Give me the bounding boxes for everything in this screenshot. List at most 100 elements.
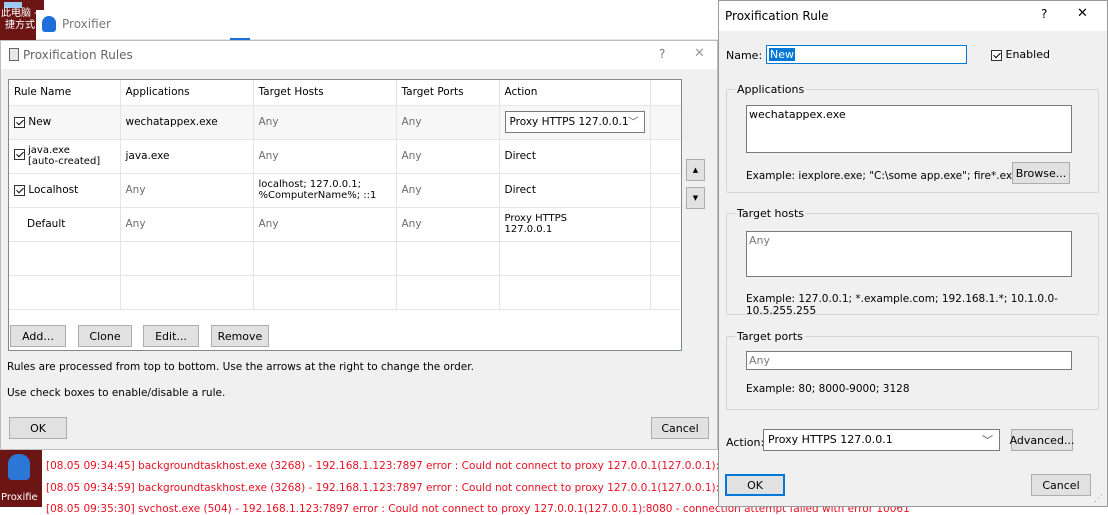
close-icon[interactable]: ✕ [1077,6,1088,21]
rules-dialog-titlebar: Proxification Rules ? ✕ [1,41,717,69]
rule-name: New [28,116,52,128]
col-header-rule-name[interactable]: Rule Name [9,80,121,106]
name-label: Name: [726,49,763,62]
col-header-target-hosts[interactable]: Target Hosts [253,80,397,106]
close-icon[interactable]: ✕ [694,46,705,61]
action-label: Action: [726,436,765,449]
rule-name-cell: Default [9,207,121,242]
rule-name-subtitle: [auto-created] [28,156,101,167]
rule-action: Proxy HTTPS [504,213,568,224]
rule-apps: java.exe [120,139,254,174]
rules-dialog-icon [9,48,19,61]
desktop-icon-pc[interactable]: 此电脑 - 捷方式 [0,0,40,40]
clone-rule-button[interactable]: Clone [78,325,132,347]
table-row[interactable]: New wechatappex.exe Any Any Proxy HTTPS … [9,105,681,140]
resize-grip-icon[interactable]: ⋰ [1094,494,1103,504]
name-field[interactable]: New [766,45,967,64]
rule-hosts-2: %ComputerName%; ::1 [258,190,377,201]
col-header-target-ports[interactable]: Target Ports [396,80,500,106]
col-header-applications[interactable]: Applications [120,80,254,106]
target-ports-value: Any [749,354,771,367]
remove-rule-button[interactable]: Remove [211,325,269,347]
main-app-title: Proxifier [62,17,111,31]
row-spacer [650,105,681,140]
row-spacer [650,139,681,174]
chevron-down-icon: ﹀ [982,434,993,447]
proxifier-app-icon [8,454,30,480]
browse-button[interactable]: Browse... [1012,162,1070,184]
move-down-button[interactable]: ▼ [686,187,705,209]
log-line: [08.05 09:34:45] backgroundtaskhost.exe … [46,460,829,472]
action-select[interactable]: Proxy HTTPS 127.0.0.1 ﹀ [763,429,1000,451]
chevron-down-icon: ﹀ [628,116,639,128]
help-button[interactable]: ? [659,47,665,61]
table-row[interactable]: Default Any Any Any Proxy HTTPS 127.0.0.1 [9,207,681,242]
proxifier-logo-icon [42,16,56,32]
enabled-label: Enabled [1005,48,1050,61]
rule-dialog: Proxification Rule ? ✕ Name: New Enabled… [718,0,1108,507]
enabled-checkbox-row[interactable]: Enabled [991,48,1050,61]
target-hosts-group-title: Target hosts [735,207,807,220]
edit-rule-button[interactable]: Edit... [143,325,199,347]
rule-hosts: localhost; 127.0.0.1; [258,179,362,190]
applications-input[interactable]: wechatappex.exe [746,105,1072,153]
rule-name-cell: java.exe [auto-created] [9,139,121,174]
target-ports-input[interactable]: Any [746,351,1072,370]
rule-ports: Any [396,139,500,174]
rule-action-cell: Proxy HTTPS 127.0.0.1 [499,207,651,242]
rule-apps: Any [120,173,254,208]
rule-enabled-checkbox[interactable] [14,184,25,196]
rule-action-value: Proxy HTTPS 127.0.0.1 [509,116,629,128]
cancel-button[interactable]: Cancel [651,417,709,439]
target-hosts-input[interactable]: Any [746,231,1072,277]
ok-button[interactable]: OK [725,474,785,496]
target-ports-group-title: Target ports [735,330,805,343]
info-text-order: Rules are processed from top to bottom. … [7,361,474,373]
log-line: [08.05 09:34:59] backgroundtaskhost.exe … [46,482,829,494]
rule-dialog-title: Proxification Rule [725,9,829,23]
applications-group-title: Applications [735,83,807,96]
name-field-value: New [769,48,795,61]
table-header: Rule Name Applications Target Hosts Targ… [9,80,681,106]
table-row[interactable]: java.exe [auto-created] java.exe Any Any … [9,139,681,174]
rule-name: Localhost [28,184,79,196]
ok-button[interactable]: OK [9,417,67,439]
move-up-button[interactable]: ▲ [686,159,705,181]
rule-hosts: Any [253,207,397,242]
rules-table: Rule Name Applications Target Hosts Targ… [8,79,682,351]
col-header-action[interactable]: Action [499,80,651,106]
add-rule-button[interactable]: Add... [10,325,66,347]
log-panel: Proxifie [08.05 09:34:45] backgroundtask… [0,450,910,515]
applications-group: Applications wechatappex.exe Example: ie… [726,83,1099,193]
row-spacer [650,173,681,208]
rule-action: Direct [499,139,651,174]
rule-action: Direct [499,173,651,208]
rule-enabled-checkbox[interactable] [14,116,25,128]
col-header-spacer [650,80,681,106]
cancel-button[interactable]: Cancel [1031,474,1091,496]
desktop-icon-pc-label-2: 捷方式 [5,20,35,31]
target-ports-group: Target ports Any Example: 80; 8000-9000;… [726,330,1099,410]
enabled-checkbox[interactable] [991,49,1002,61]
rule-name: Default [27,218,66,230]
rule-ports: Any [396,173,500,208]
rules-table-grid: Rule Name Applications Target Hosts Targ… [9,80,681,310]
target-hosts-group: Target hosts Any Example: 127.0.0.1; *.e… [726,207,1099,317]
rule-hosts: Any [253,105,397,140]
advanced-button[interactable]: Advanced... [1010,429,1074,451]
table-row-empty [9,275,681,310]
table-row[interactable]: Localhost Any localhost; 127.0.0.1; %Comp… [9,173,681,208]
help-button[interactable]: ? [1041,7,1047,21]
rule-action-cell: Proxy HTTPS 127.0.0.1 ﹀ [499,105,651,140]
rule-apps: Any [120,207,254,242]
proxifier-taskbar-icon[interactable]: Proxifie [0,450,42,507]
rule-hosts-cell: localhost; 127.0.0.1; %ComputerName%; ::1 [253,173,397,208]
rule-ports: Any [396,207,500,242]
main-app-titlebar: Proxifier [36,10,720,40]
action-select-value: Proxy HTTPS 127.0.0.1 [768,433,893,446]
target-hosts-example: Example: 127.0.0.1; *.example.com; 192.1… [746,293,1058,317]
rule-apps: wechatappex.exe [120,105,254,140]
rule-enabled-checkbox[interactable] [14,149,25,160]
rule-dialog-titlebar: Proxification Rule ? ✕ [719,1,1107,31]
rule-action-select[interactable]: Proxy HTTPS 127.0.0.1 ﹀ [504,111,645,133]
